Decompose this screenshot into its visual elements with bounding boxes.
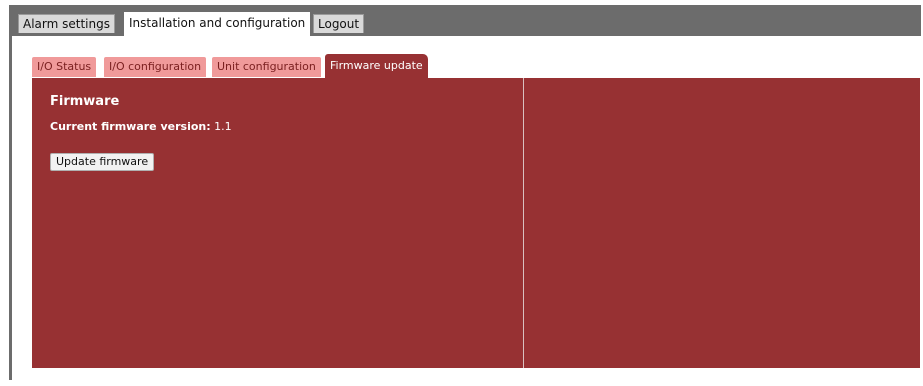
bottom-margin: [9, 380, 921, 386]
tab-logout[interactable]: Logout: [313, 14, 365, 33]
update-firmware-button[interactable]: Update firmware: [50, 153, 155, 171]
tab-alarm-settings[interactable]: Alarm settings: [18, 14, 115, 33]
panel-divider: [523, 78, 524, 368]
firmware-version-line: Current firmware version: 1.1: [50, 120, 232, 133]
app-window: Alarm settings Installation and configur…: [0, 0, 923, 386]
tab-installation-and-configuration[interactable]: Installation and configuration: [124, 12, 311, 37]
subtab-firmware-update[interactable]: Firmware update: [325, 54, 428, 80]
section-title: Firmware: [50, 94, 120, 109]
subtab-io-configuration[interactable]: I/O configuration: [104, 57, 207, 77]
subtab-io-status[interactable]: I/O Status: [32, 57, 97, 77]
firmware-version-value: 1.1: [214, 120, 232, 133]
subtab-unit-configuration[interactable]: Unit configuration: [212, 57, 321, 77]
firmware-version-label: Current firmware version:: [50, 120, 211, 133]
